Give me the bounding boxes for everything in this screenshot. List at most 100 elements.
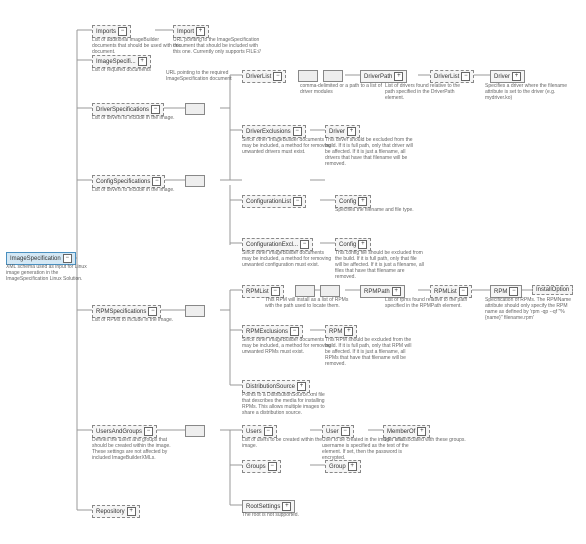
label: RPMList	[246, 289, 269, 295]
desc-driverlist: comma-delimited or a path to a list of d…	[300, 83, 390, 95]
expand-icon[interactable]: −	[144, 427, 153, 436]
expand-icon[interactable]: +	[282, 502, 291, 511]
expand-icon[interactable]: −	[290, 327, 299, 336]
label: UsersAndGroups	[96, 429, 142, 435]
label: ImageSpecification	[10, 256, 61, 262]
sequence-indicator	[295, 285, 315, 297]
expand-icon[interactable]: −	[152, 177, 161, 186]
label: DriverList	[246, 74, 271, 80]
label: Config	[339, 199, 356, 205]
expand-icon[interactable]: −	[118, 27, 127, 36]
expand-icon[interactable]: −	[341, 427, 350, 436]
label: InstallOption	[536, 287, 569, 293]
expand-icon[interactable]: −	[151, 105, 160, 114]
node-groups[interactable]: Groups−	[242, 460, 281, 473]
expand-icon[interactable]: −	[293, 197, 302, 206]
expand-icon[interactable]: −	[264, 427, 273, 436]
label: Imports	[96, 29, 116, 35]
expand-icon[interactable]: +	[347, 127, 356, 136]
desc-config2: This config file should be excluded from…	[335, 250, 425, 280]
desc-rpm-end: Specification of RPMs. The RPMName attri…	[485, 297, 575, 321]
node-driverpath[interactable]: DriverPath+	[360, 70, 407, 83]
label: RPMSpecifications	[96, 309, 146, 315]
expand-icon[interactable]: +	[138, 57, 147, 66]
sequence-indicator	[320, 285, 340, 297]
desc-memberof: User is associated with these groups.	[383, 437, 466, 443]
label: ImageSpecifi...	[96, 59, 136, 65]
expand-icon[interactable]: +	[358, 240, 367, 249]
expand-icon[interactable]: −	[268, 462, 277, 471]
desc-configexcl: Since other ImageBuilder documents may b…	[242, 250, 332, 268]
label: Groups	[246, 464, 266, 470]
desc-driverlist2: List of drivers found relative to the pa…	[385, 83, 470, 101]
expand-icon[interactable]: +	[417, 427, 426, 436]
label: User	[326, 429, 339, 435]
desc-users: List of users to be created within the i…	[242, 437, 332, 449]
sequence-indicator	[185, 305, 205, 317]
expand-icon[interactable]: −	[509, 287, 518, 296]
expand-icon[interactable]: −	[273, 72, 282, 81]
expand-icon[interactable]: −	[461, 72, 470, 81]
desc-rpm: This RPM should be excluded from the bui…	[325, 337, 415, 367]
label: RPMExclusions	[246, 329, 288, 335]
sequence-indicator	[185, 425, 205, 437]
desc-rpmexcl: Since other ImageBuilder documents may b…	[242, 337, 332, 355]
desc-distro: Points to a DistributionSource.xml file …	[242, 392, 332, 416]
desc-root: XML schema used as input for Linux image…	[6, 264, 96, 282]
expand-icon[interactable]: −	[271, 287, 280, 296]
desc-driver: This driver should be excluded from the …	[325, 137, 415, 167]
node-group[interactable]: Group+	[325, 460, 361, 473]
desc-driverspecs: List of drivers to include in the image.	[92, 115, 175, 121]
node-driver-end[interactable]: Driver+	[490, 70, 525, 83]
expand-icon[interactable]: −	[459, 287, 468, 296]
label: Import	[177, 29, 194, 35]
label: ConfigurationExcl...	[246, 242, 298, 248]
desc-rpmlist: This RPM will install as a list of RPMs …	[265, 297, 355, 309]
sequence-indicator	[298, 70, 318, 82]
label: RootSettings	[246, 504, 280, 510]
expand-icon[interactable]: −	[293, 127, 302, 136]
expand-icon[interactable]: +	[196, 27, 205, 36]
desc-rootsettings: The root is not supported.	[242, 512, 299, 518]
desc-configspecs: List of drivers to include in the image.	[92, 187, 175, 193]
collapse-icon[interactable]: −	[63, 254, 72, 263]
desc-driver-end: Specifies a driver where the filename at…	[485, 83, 575, 101]
expand-icon[interactable]: −	[148, 307, 157, 316]
label: MemberOf	[387, 429, 415, 435]
expand-icon[interactable]: +	[348, 462, 357, 471]
expand-icon[interactable]: +	[394, 72, 403, 81]
sequence-indicator	[323, 70, 343, 82]
node-driverlist[interactable]: DriverList−	[242, 70, 286, 83]
expand-icon[interactable]: +	[392, 287, 401, 296]
label: Driver	[329, 129, 345, 135]
label: Repository	[96, 509, 125, 515]
label: ConfigurationList	[246, 199, 291, 205]
node-driverlist2[interactable]: DriverList−	[430, 70, 474, 83]
label: RPMList	[434, 289, 457, 295]
expand-icon[interactable]: −	[300, 240, 309, 249]
label: RPMPath	[364, 289, 390, 295]
label: DriverSpecifications	[96, 107, 149, 113]
sequence-indicator	[185, 175, 205, 187]
sequence-indicator	[185, 103, 205, 115]
expand-icon[interactable]: +	[127, 507, 136, 516]
label: RPM	[329, 329, 342, 335]
label: DistributionSource	[246, 384, 295, 390]
node-repository[interactable]: Repository+	[92, 505, 140, 518]
node-configlist[interactable]: ConfigurationList−	[242, 195, 306, 208]
expand-icon[interactable]: +	[512, 72, 521, 81]
label: Config	[339, 242, 356, 248]
expand-icon[interactable]: +	[297, 382, 306, 391]
label: RPM	[494, 289, 507, 295]
desc-usersandgroups: Defines the users and groups that should…	[92, 437, 182, 461]
node-installoption[interactable]: InstallOption	[532, 285, 573, 295]
label: ConfigSpecifications	[96, 179, 150, 185]
expand-icon[interactable]: +	[344, 327, 353, 336]
label: DriverPath	[364, 74, 392, 80]
label: DriverList	[434, 74, 459, 80]
desc-driverexcl: Since other ImageBuilder documents may b…	[242, 137, 332, 155]
label: Users	[246, 429, 262, 435]
label: Driver	[494, 74, 510, 80]
desc-imagespec: List of required documents	[92, 67, 151, 73]
expand-icon[interactable]: +	[358, 197, 367, 206]
